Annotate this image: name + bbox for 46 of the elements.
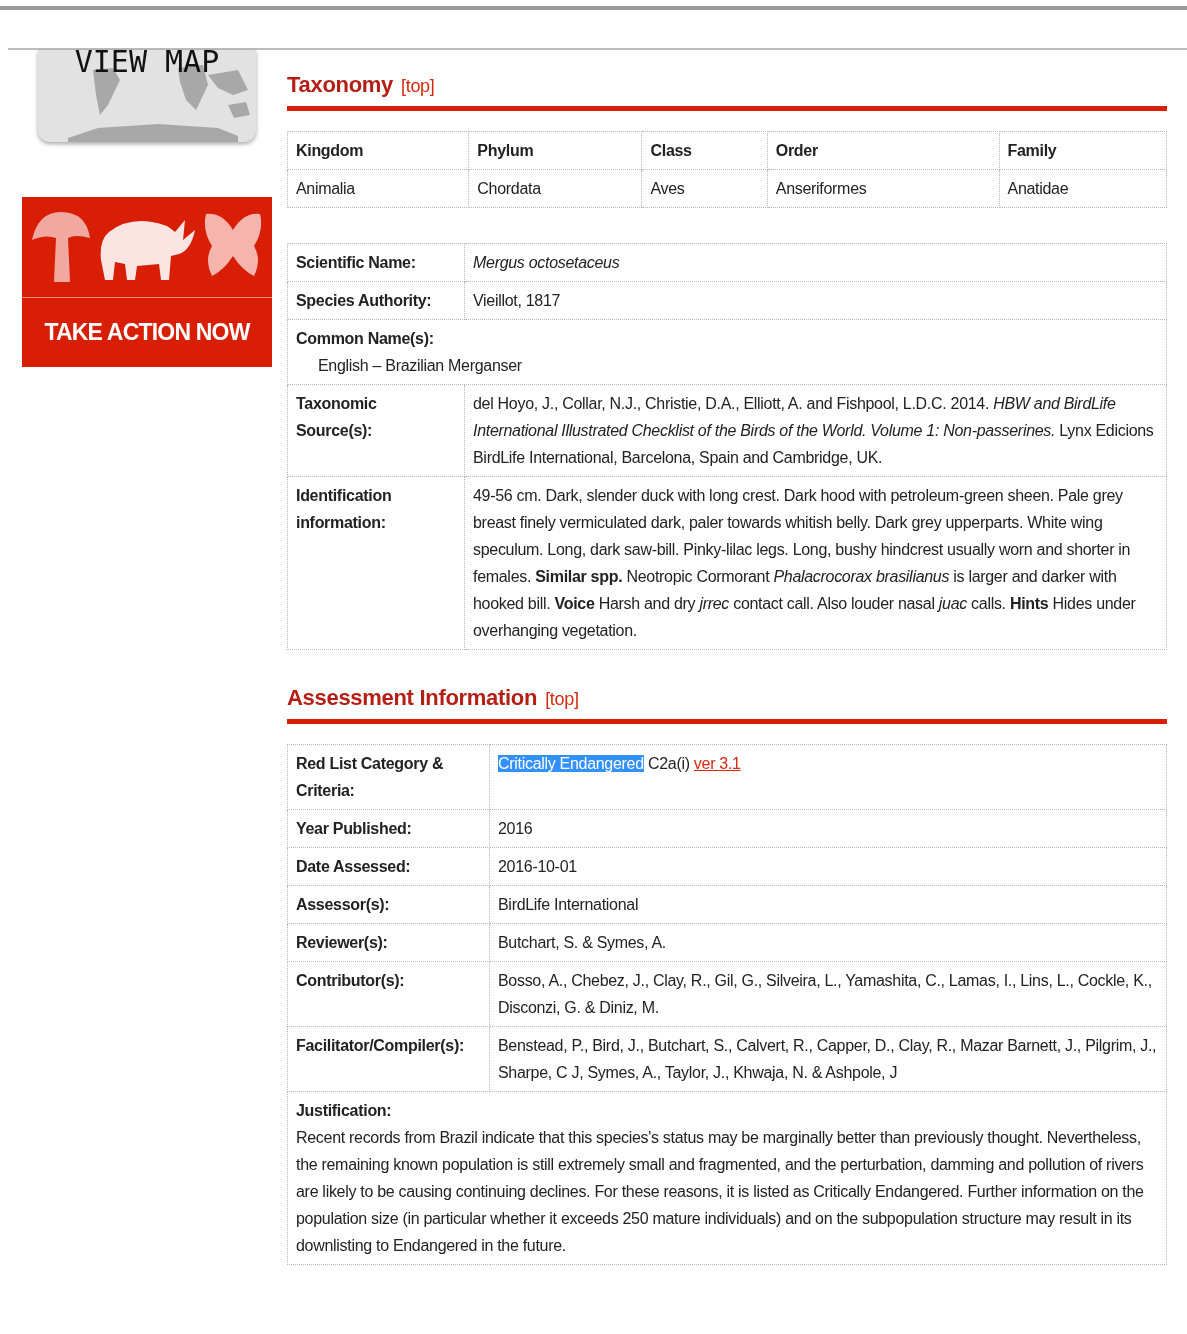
field-label: Justification: <box>296 1101 393 1121</box>
field-label: Identification information: <box>287 476 465 650</box>
section-title: Taxonomy <box>287 72 393 98</box>
table-cell: Animalia <box>287 169 469 208</box>
field-label: Red List Category & Criteria: <box>287 744 490 810</box>
column-header: Kingdom <box>287 131 469 170</box>
column-header: Order <box>767 131 1000 170</box>
field-value: Benstead, P., Bird, J., Butchart, S., Calvert, R., Capper, D., Clay, R., Mazar Barnett, J., Pilgrim, J., Sharpe, C J, Symes, A., Taylor, J., Khwaja, N. & Ashpole, J <box>489 1026 1167 1092</box>
column-header: Family <box>999 131 1167 170</box>
field-value: Vieillot, 1817 <box>464 281 1167 320</box>
version-link[interactable]: ver 3.1 <box>693 755 741 772</box>
field-label: Scientific Name: <box>287 243 465 282</box>
field-label: Year Published: <box>287 809 490 848</box>
category-text: Critically Endangered <box>498 755 644 772</box>
table-cell: Anatidae <box>999 169 1167 208</box>
field-value: BirdLife International <box>489 885 1167 924</box>
section-title: Assessment Information <box>287 685 538 711</box>
top-link[interactable]: [top] <box>545 689 579 710</box>
map-label[interactable]: VIEW MAP <box>38 50 256 79</box>
field-value: 2016-10-01 <box>489 847 1167 886</box>
world-map[interactable]: VIEW MAP <box>38 50 256 142</box>
field-label: Taxonomic Source(s): <box>287 384 465 477</box>
column-header: Class <box>642 131 768 170</box>
table-cell: Anseriformes <box>767 169 1000 208</box>
field-label: Assessor(s): <box>287 885 490 924</box>
field-value: 2016 <box>489 809 1167 848</box>
criteria-text: C2a(i) <box>647 755 690 772</box>
justification-text: Recent records from Brazil indicate that this species's status may be marginally better than previously thought. Nevertheless, the remaining known population is still extremely small and fragmented, and the perturbation, damming and pollution of rivers are likely to be causing continuing declines. For these reasons, it is listed as Critically Endangered. Further information on the population size (in particular whether it exceeds 250 mature individuals) and on the subpopulation structure may result in its downlisting to Endangered in the future. <box>296 1128 1145 1256</box>
field-label: Facilitator/Compiler(s): <box>287 1026 490 1092</box>
common-name: English – Brazilian Merganser <box>318 357 522 374</box>
take-action-banner[interactable]: TAKE ACTION NOW <box>22 197 272 367</box>
field-value: Bosso, A., Chebez, J., Clay, R., Gil, G., Silveira, L., Yamashita, C., Lamas, I., Lins, L., Cockle, K., Disconzi, G. & Diniz, M. <box>489 961 1167 1027</box>
mushroom-icon <box>30 210 93 284</box>
top-link[interactable]: [top] <box>401 76 435 97</box>
column-header: Phylum <box>468 131 642 170</box>
field-label: Common Name(s): <box>296 329 435 349</box>
table-cell: Aves <box>642 169 768 208</box>
take-action-label[interactable]: TAKE ACTION NOW <box>22 298 272 367</box>
field-value: del Hoyo, J., Collar, N.J., Christie, D.A., Elliott, A. and Fishpool, L.D.C. 2014. HBW and BirdLife International Illustrated Checklist of the Birds of the World. Volume 1: Non-passerines. Lynx Edicions BirdLife International, Barcelona, Spain and Cambridge, UK. <box>464 384 1167 477</box>
field-value: Butchart, S. & Symes, A. <box>489 923 1167 962</box>
field-label: Contributor(s): <box>287 961 490 1027</box>
table-cell: Chordata <box>468 169 642 208</box>
field-label: Species Authority: <box>287 281 465 320</box>
field-label: Reviewer(s): <box>287 923 490 962</box>
field-label: Date Assessed: <box>287 847 490 886</box>
field-value: Mergus octosetaceus <box>464 243 1167 282</box>
